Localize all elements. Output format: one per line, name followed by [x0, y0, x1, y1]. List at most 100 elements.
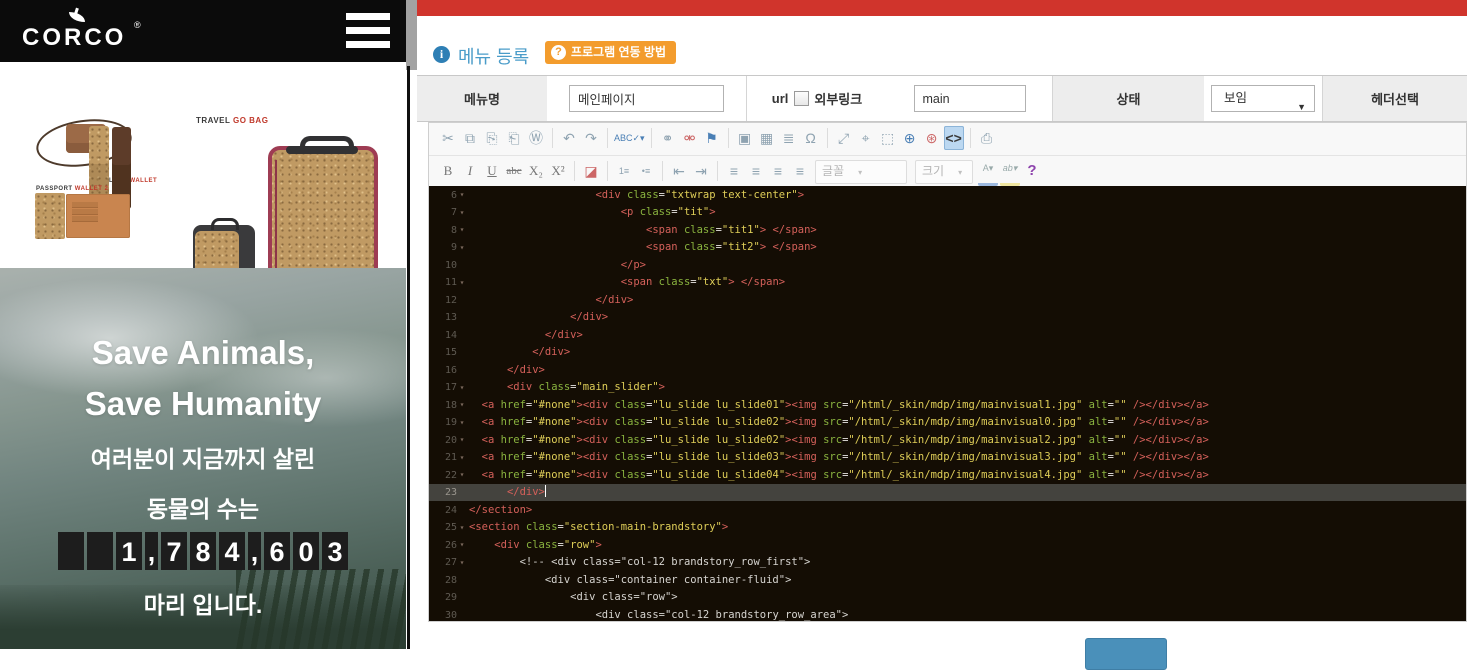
large-backpack-image — [268, 146, 378, 268]
fold-arrow-icon[interactable]: ▾ — [457, 466, 467, 484]
underline-icon[interactable]: U — [482, 159, 502, 183]
select-all-icon[interactable]: ⬚ — [878, 126, 898, 150]
line-number: 23 — [429, 484, 457, 502]
align-left-icon[interactable]: ≡ — [724, 159, 744, 183]
hamburger-menu-icon[interactable] — [346, 13, 390, 49]
remove-comment-icon[interactable]: ⊛ — [922, 126, 942, 150]
code-line: 28 <div class="container container-fluid… — [429, 571, 1466, 589]
fold-arrow-icon[interactable]: ▾ — [457, 239, 467, 257]
site-header: CORCO ® — [0, 0, 406, 62]
italic-icon[interactable]: I — [460, 159, 480, 183]
code-line: 30 <div class="col-12 brandstory_row_are… — [429, 606, 1466, 621]
find-replace-icon[interactable]: ⌖ — [856, 126, 876, 150]
source-code-area[interactable]: 6▾ <div class="txtwrap text-center">7▾ <… — [429, 186, 1466, 621]
numbered-list-icon[interactable]: 1≡ — [614, 159, 634, 183]
fold-arrow-icon[interactable]: ▾ — [457, 536, 467, 554]
line-number: 24 — [429, 502, 457, 520]
paste-from-word-icon[interactable]: Ⓦ — [526, 126, 546, 150]
table-icon[interactable]: ▦ — [757, 126, 777, 150]
counter-digit-box: 8 — [190, 532, 216, 570]
passport-wallet-cover-image — [35, 193, 65, 239]
bold-icon[interactable]: B — [438, 159, 458, 183]
line-number: 8 — [429, 222, 457, 240]
code-line: 14 </div> — [429, 326, 1466, 344]
font-select[interactable]: 글꼴▾ — [815, 160, 907, 184]
toolbar-separator — [651, 128, 652, 148]
code-line: 29 <div class="row"> — [429, 589, 1466, 607]
cut-icon[interactable]: ✂ — [438, 126, 458, 150]
align-right-icon[interactable]: ≡ — [768, 159, 788, 183]
product-slider[interactable]: NECKLACE WALLET PASSPORT WALLET 2 TRAVEL… — [0, 62, 406, 268]
copy-icon[interactable]: ⧉ — [460, 126, 480, 150]
line-number: 10 — [429, 257, 457, 275]
paste-icon[interactable]: ⎘ — [482, 126, 502, 150]
url-input[interactable] — [914, 85, 1026, 112]
unlink-icon[interactable]: ⚮ — [680, 126, 700, 150]
menu-form-row: 메뉴명 url 외부링크 상태 보임 ▼ 헤더선택 — [417, 75, 1467, 122]
code-line: 16 </div> — [429, 361, 1466, 379]
fold-arrow-icon[interactable]: ▾ — [457, 519, 467, 537]
fold-arrow-icon[interactable]: ▾ — [457, 449, 467, 467]
fold-arrow-icon[interactable]: ▾ — [457, 431, 467, 449]
code-line: 22▾ <a href="#none"><div class="lu_slide… — [429, 466, 1466, 484]
text-color-icon[interactable]: A▾ — [978, 159, 998, 186]
redo-icon[interactable]: ↷ — [581, 126, 601, 150]
status-select[interactable]: 보임 ▼ — [1211, 85, 1315, 112]
help-icon[interactable]: ? — [1022, 159, 1042, 183]
line-number: 9 — [429, 239, 457, 257]
toolbar-separator — [607, 161, 608, 181]
remove-format-icon[interactable]: ◪ — [581, 159, 601, 183]
hero-subtitle2: 동물의 수는 — [0, 490, 406, 524]
strikethrough-icon[interactable]: abc — [504, 159, 524, 183]
program-link-help-button[interactable]: ? 프로그램 연동 방법 — [545, 41, 676, 64]
outdent-icon[interactable]: ⇤ — [669, 159, 689, 183]
status-label: 상태 — [1052, 76, 1204, 121]
fold-arrow-icon[interactable]: ▾ — [457, 204, 467, 222]
print-icon[interactable]: ⎙ — [977, 126, 997, 150]
size-select[interactable]: 크기▾ — [915, 160, 973, 184]
add-comment-icon[interactable]: ⊕ — [900, 126, 920, 150]
fold-arrow-icon[interactable]: ▾ — [457, 396, 467, 414]
external-link-checkbox[interactable] — [794, 91, 809, 106]
fold-arrow-icon[interactable]: ▾ — [457, 221, 467, 239]
align-center-icon[interactable]: ≡ — [746, 159, 766, 183]
anchor-flag-icon[interactable]: ⚑ — [702, 126, 722, 150]
line-number: 25 — [429, 519, 457, 537]
indent-icon[interactable]: ⇥ — [691, 159, 711, 183]
line-number: 13 — [429, 309, 457, 327]
line-number: 22 — [429, 467, 457, 485]
image-icon[interactable]: ▣ — [735, 126, 755, 150]
code-line: 15 </div> — [429, 344, 1466, 362]
bulleted-list-icon[interactable]: •≡ — [636, 159, 656, 183]
hero-title-line2: Save Humanity — [0, 385, 406, 423]
undo-icon[interactable]: ↶ — [559, 126, 579, 150]
superscript-icon[interactable]: X² — [548, 159, 568, 183]
fold-arrow-icon[interactable]: ▾ — [457, 554, 467, 572]
source-icon[interactable]: <> — [944, 126, 964, 150]
fold-arrow-icon[interactable]: ▾ — [457, 274, 467, 292]
horizontal-rule-icon[interactable]: ≣ — [779, 126, 799, 150]
subscript-icon[interactable]: X₂ — [526, 159, 546, 183]
align-justify-icon[interactable]: ≡ — [790, 159, 810, 183]
code-line: 18▾ <a href="#none"><div class="lu_slide… — [429, 396, 1466, 414]
special-char-icon[interactable]: Ω — [801, 126, 821, 150]
fold-arrow-icon[interactable]: ▾ — [457, 186, 467, 204]
corco-logo[interactable]: CORCO ® — [22, 6, 142, 58]
scrollbar-thumb[interactable] — [406, 0, 417, 70]
code-line: 26▾ <div class="row"> — [429, 536, 1466, 554]
code-line: 20▾ <a href="#none"><div class="lu_slide… — [429, 431, 1466, 449]
fold-arrow-icon[interactable]: ▾ — [457, 379, 467, 397]
submit-button[interactable] — [1085, 638, 1167, 670]
paste-as-text-icon[interactable]: ⎗ — [504, 126, 524, 150]
line-number: 30 — [429, 607, 457, 621]
hero-counter-suffix: 마리 입니다. — [0, 586, 406, 620]
bg-color-icon[interactable]: ab▾ — [1000, 159, 1020, 186]
fold-arrow-icon[interactable]: ▾ — [457, 414, 467, 432]
line-number: 14 — [429, 327, 457, 345]
spellcheck-icon[interactable]: ABC✓▾ — [614, 126, 645, 150]
text-cursor — [545, 485, 546, 497]
link-icon[interactable]: ⚭ — [658, 126, 678, 150]
menu-name-input[interactable] — [569, 85, 724, 112]
maximize-icon[interactable]: ⤢ — [834, 126, 854, 150]
counter-digit-box: 7 — [161, 532, 187, 570]
